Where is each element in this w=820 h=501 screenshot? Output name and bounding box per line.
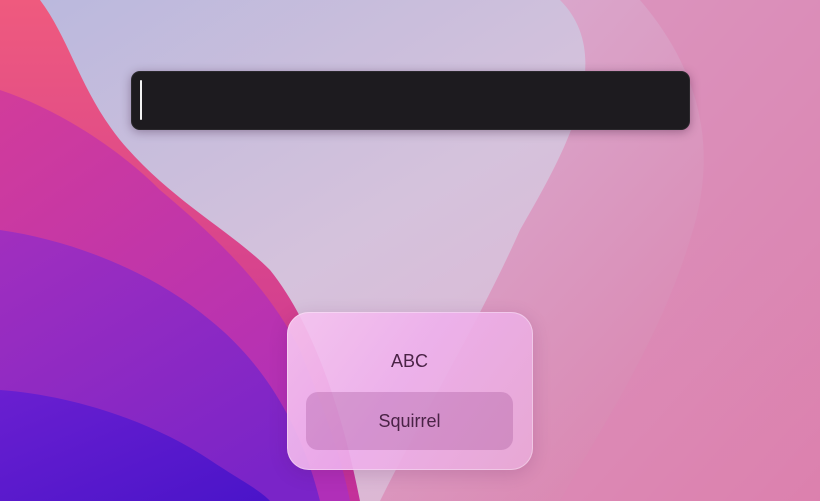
input-source-abc-label: ABC [390, 350, 428, 371]
input-source-squirrel[interactable]: Squirrel [306, 392, 513, 450]
search-input[interactable] [131, 71, 690, 130]
input-source-switcher: ABC Squirrel [287, 312, 533, 470]
text-cursor [140, 80, 142, 120]
input-source-squirrel-label: Squirrel [378, 410, 441, 431]
input-source-abc[interactable]: ABC [306, 332, 513, 390]
search-bar[interactable] [131, 71, 690, 130]
